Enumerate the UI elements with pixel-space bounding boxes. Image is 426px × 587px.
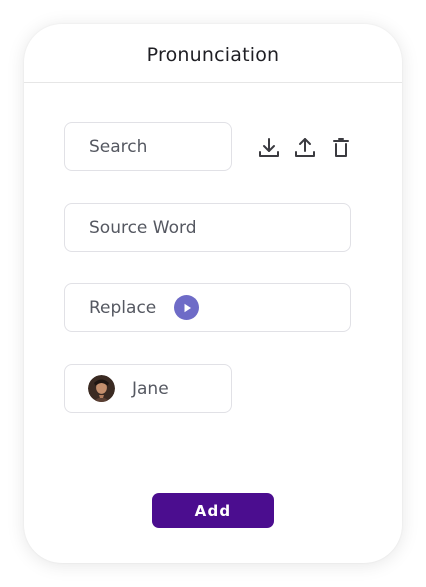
panel-title: Pronunciation — [146, 44, 280, 66]
source-word-input[interactable]: Source Word — [64, 203, 351, 252]
upload-icon[interactable] — [293, 136, 317, 160]
trash-icon[interactable] — [329, 136, 353, 160]
source-word-placeholder: Source Word — [89, 217, 197, 238]
voice-selector[interactable]: Jane — [64, 364, 232, 413]
avatar — [88, 375, 115, 402]
replace-placeholder: Replace — [89, 297, 157, 318]
voice-name: Jane — [132, 378, 169, 399]
download-icon[interactable] — [257, 136, 281, 160]
search-placeholder: Search — [89, 136, 148, 157]
pronunciation-panel: Pronunciation Search Source Word Replace… — [24, 24, 402, 563]
panel-header: Pronunciation — [24, 24, 402, 83]
play-icon[interactable] — [174, 295, 200, 320]
replace-input[interactable]: Replace — [64, 283, 351, 332]
toolbar-icons — [257, 136, 353, 160]
search-input[interactable]: Search — [64, 122, 232, 171]
add-button[interactable]: Add — [152, 493, 274, 528]
